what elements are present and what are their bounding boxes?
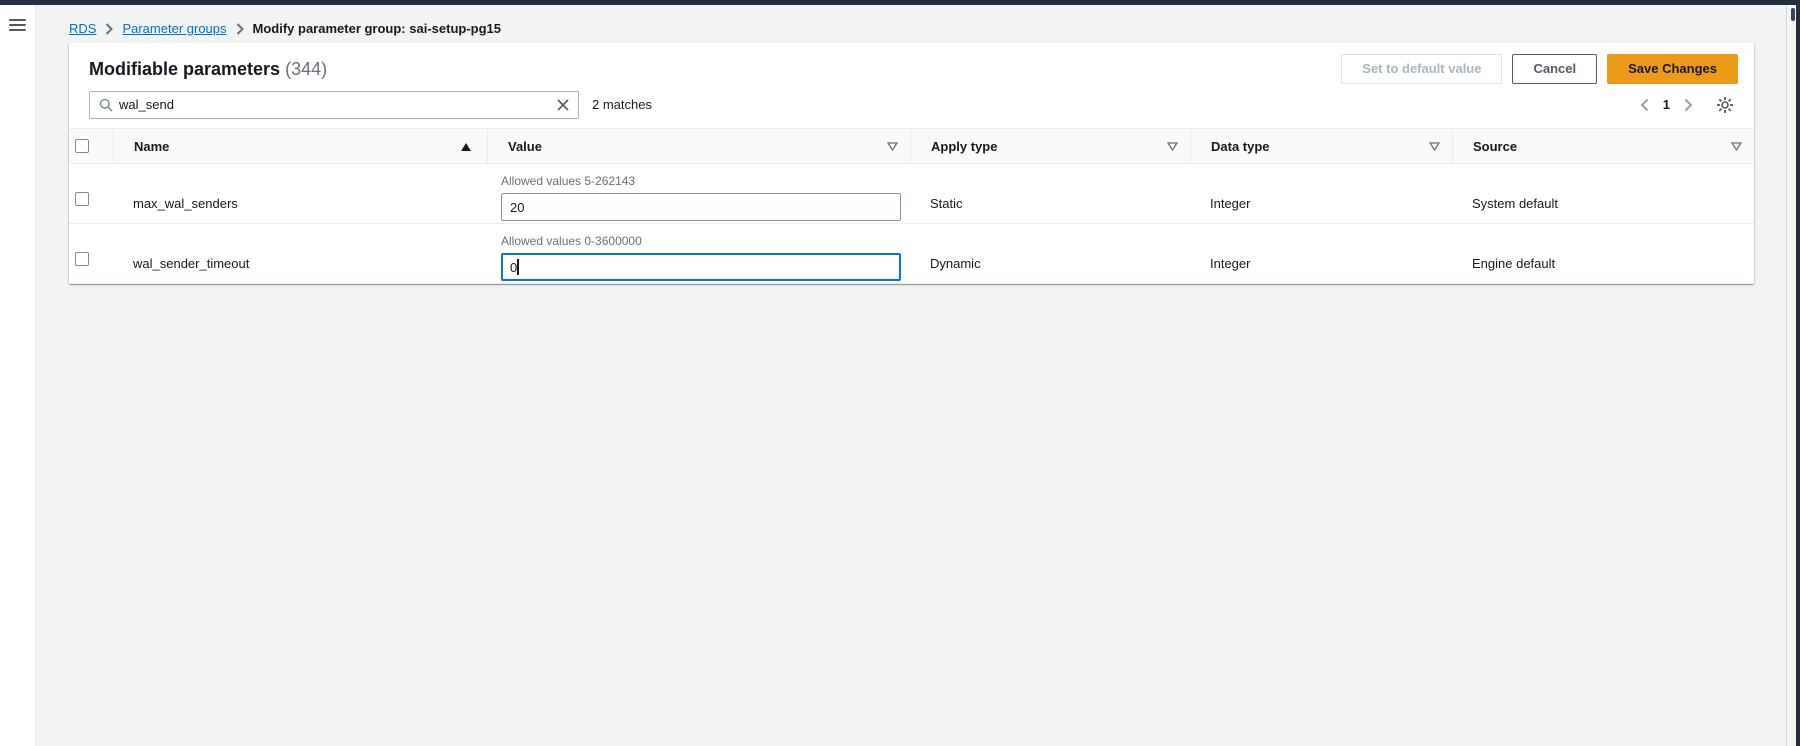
column-label: Source [1473,139,1517,154]
save-changes-button[interactable]: Save Changes [1607,54,1738,84]
parameter-count: (344) [285,59,327,79]
column-label: Apply type [931,139,997,154]
value-input[interactable] [501,253,901,281]
scrollbar-thumb[interactable] [1791,8,1795,21]
column-header-value[interactable]: Value [487,129,910,163]
allowed-values-hint: Allowed values 0-3600000 [501,234,900,249]
match-count: 2 matches [592,97,652,112]
filter-icon[interactable] [887,139,898,154]
vertical-scrollbar[interactable] [1786,5,1796,746]
source-value: System default [1452,164,1754,223]
row-select-cell [69,224,113,283]
breadcrumb-current: Modify parameter group: sai-setup-pg15 [253,21,501,36]
apply-type-value: Dynamic [910,224,1190,283]
hamburger-icon[interactable] [9,16,26,34]
chevron-right-icon[interactable] [1676,93,1700,117]
set-to-default-button[interactable]: Set to default value [1341,54,1502,84]
close-icon[interactable] [548,92,578,118]
modifiable-parameters-card: Modifiable parameters (344) Set to defau… [69,43,1754,284]
page-title: Modifiable parameters (344) [89,59,327,80]
text-cursor [517,259,519,275]
breadcrumb-link-rds[interactable]: RDS [69,21,96,36]
filter-icon[interactable] [1167,139,1178,154]
table-row: max_wal_senders Allowed values 5-262143 … [69,164,1754,224]
chevron-right-icon [236,23,244,35]
data-type-value: Integer [1190,224,1452,283]
right-panel-edge [1796,0,1800,746]
select-all-cell [69,129,113,163]
search-input[interactable] [119,97,548,112]
row-checkbox[interactable] [75,252,89,266]
data-type-value: Integer [1190,164,1452,223]
row-select-cell [69,164,113,223]
parameter-name: wal_sender_timeout [113,224,487,283]
main-content: RDS Parameter groups Modify parameter gr… [37,5,1786,746]
page-title-text: Modifiable parameters [89,59,280,79]
pagination: 1 [1633,93,1738,117]
column-label: Name [134,139,169,154]
column-header-data-type[interactable]: Data type [1190,129,1452,163]
apply-type-value: Static [910,164,1190,223]
parameters-table: Name Value Apply type [69,128,1754,284]
value-cell: Allowed values 5-262143 [487,164,910,223]
row-checkbox[interactable] [75,192,89,206]
chevron-right-icon [105,23,113,35]
breadcrumb: RDS Parameter groups Modify parameter gr… [69,21,501,36]
chevron-left-icon[interactable] [1633,93,1657,117]
column-label: Data type [1211,139,1270,154]
filter-icon[interactable] [1731,139,1742,154]
column-header-source[interactable]: Source [1452,129,1754,163]
column-header-name[interactable]: Name [113,129,487,163]
card-header: Modifiable parameters (344) Set to defau… [69,43,1754,87]
parameter-search [89,91,579,119]
select-all-checkbox[interactable] [75,139,89,153]
page-number[interactable]: 1 [1657,97,1676,112]
breadcrumb-link-parameter-groups[interactable]: Parameter groups [122,21,226,36]
allowed-values-hint: Allowed values 5-262143 [501,174,900,189]
source-value: Engine default [1452,224,1754,283]
sidebar-rail [0,5,36,746]
parameter-name: max_wal_senders [113,164,487,223]
value-cell: Allowed values 0-3600000 [487,224,910,283]
value-input[interactable] [501,193,901,221]
header-actions: Set to default value Cancel Save Changes [1341,54,1738,84]
table-toolbar: 2 matches 1 [69,87,1754,128]
column-label: Value [508,139,542,154]
search-icon [99,98,113,112]
column-header-apply-type[interactable]: Apply type [910,129,1190,163]
gear-icon[interactable] [1712,93,1738,117]
filter-icon[interactable] [1429,139,1440,154]
table-header-row: Name Value Apply type [69,128,1754,164]
top-nav-bar [0,0,1800,5]
table-row: wal_sender_timeout Allowed values 0-3600… [69,224,1754,284]
sort-ascending-icon [461,139,471,154]
cancel-button[interactable]: Cancel [1512,54,1597,84]
